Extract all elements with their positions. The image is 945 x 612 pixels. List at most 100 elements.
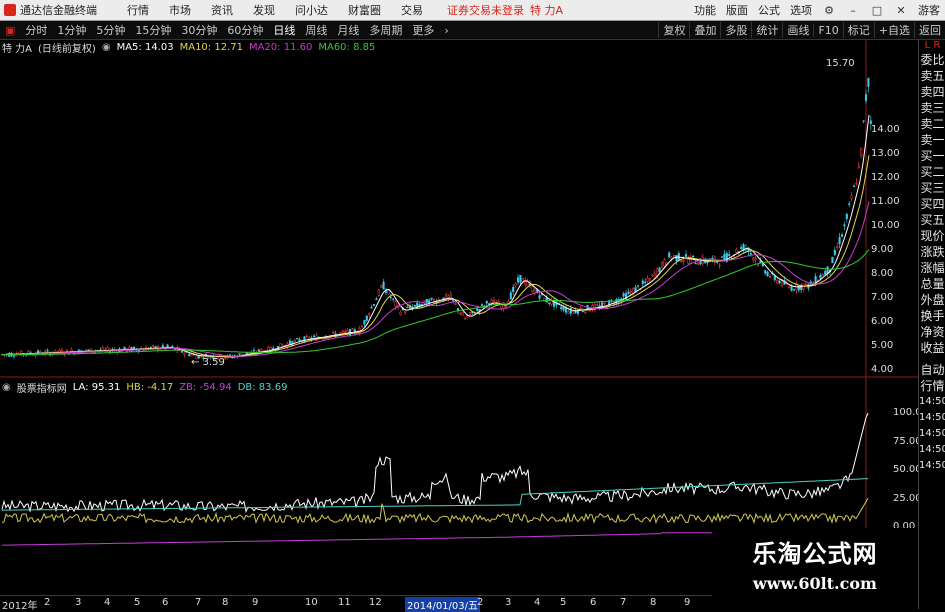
candle-body	[32, 354, 35, 356]
candle-body	[850, 195, 853, 199]
side-time-4: 14:50	[919, 444, 945, 455]
candle-body	[627, 291, 630, 294]
candle-body	[341, 330, 344, 333]
y-tick-8: 8.00	[871, 268, 894, 279]
menu-discover[interactable]: 发现	[243, 2, 285, 18]
candle-body	[252, 349, 256, 352]
tool-statistics[interactable]: 统计	[751, 22, 782, 38]
tab-monthly[interactable]: 月线	[332, 22, 364, 38]
x-label: 4	[534, 597, 541, 608]
settings-icon[interactable]: ⚙	[817, 3, 841, 17]
candle-body	[512, 286, 515, 293]
tool-add-watchlist[interactable]: +自选	[873, 22, 914, 38]
candle-body	[548, 302, 551, 304]
candle-body	[387, 289, 390, 295]
kline-chart[interactable]	[0, 40, 918, 595]
candle-body	[519, 275, 522, 283]
candle-body	[461, 312, 464, 316]
candle-body	[562, 307, 565, 311]
menu-formula[interactable]: 公式	[753, 2, 785, 18]
candle-body	[740, 247, 743, 250]
candle-body	[735, 249, 738, 253]
menu-trade[interactable]: 交易	[391, 2, 433, 18]
tool-f10[interactable]: F10	[813, 23, 842, 37]
candle-body	[183, 352, 186, 355]
tab-15min[interactable]: 15分钟	[130, 22, 176, 38]
x-label: 5	[134, 597, 141, 608]
menu-options[interactable]: 选项	[785, 2, 817, 18]
candle-body	[860, 147, 863, 156]
side-l[interactable]: L	[925, 40, 931, 51]
tab-60min[interactable]: 60分钟	[222, 22, 268, 38]
menu-ask[interactable]: 问小达	[285, 2, 338, 18]
menu-wealth-circle[interactable]: 财富圈	[338, 2, 391, 18]
candle-body	[492, 299, 496, 302]
indicator-settings-icon[interactable]: ◉	[2, 382, 11, 393]
guest-label[interactable]: 游客	[913, 2, 945, 18]
candle-body	[596, 304, 599, 306]
tab-intraday[interactable]: 分时	[20, 22, 52, 38]
side-r[interactable]: R	[933, 40, 940, 51]
menu-function[interactable]: 功能	[689, 2, 721, 18]
menu-layout[interactable]: 版面	[721, 2, 753, 18]
candle-body	[344, 331, 347, 333]
x-label-selected[interactable]: 2014/01/03/五	[405, 597, 481, 612]
menu-market[interactable]: 市场	[159, 2, 201, 18]
tab-30min[interactable]: 30分钟	[176, 22, 222, 38]
chart-box-icon[interactable]: ▣	[0, 24, 20, 37]
tab-more[interactable]: 更多	[407, 22, 439, 38]
candle-body	[368, 313, 371, 316]
menu-market-quotes[interactable]: 行情	[117, 2, 159, 18]
tool-multi-stock[interactable]: 多股	[720, 22, 751, 38]
tab-1min[interactable]: 1分钟	[52, 22, 91, 38]
tool-draw-line[interactable]: 画线	[782, 22, 813, 38]
x-label: 3	[505, 597, 512, 608]
side-bid4: 买四	[920, 197, 945, 211]
candle-body	[404, 310, 407, 313]
candle-body	[663, 259, 666, 267]
candle-body	[658, 267, 661, 273]
tab-5min[interactable]: 5分钟	[91, 22, 130, 38]
candle-body	[749, 253, 752, 255]
candle-body	[754, 258, 757, 261]
tool-mark[interactable]: 标记	[842, 22, 874, 38]
candle-body	[728, 254, 731, 256]
tab-weekly[interactable]: 周线	[300, 22, 332, 38]
tab-multi-period[interactable]: 多周期	[364, 22, 407, 38]
y-tick-9: 9.00	[871, 244, 894, 255]
candle-body	[257, 349, 260, 353]
candle-body	[500, 304, 503, 310]
close-icon[interactable]: ✕	[889, 3, 913, 17]
more-chevron-icon[interactable]: ›	[439, 24, 453, 37]
candle-body	[641, 280, 644, 284]
candle-body	[152, 345, 155, 347]
candle-body	[363, 320, 366, 325]
candle-body	[675, 255, 678, 262]
candle-body	[756, 264, 760, 266]
menu-news[interactable]: 资讯	[201, 2, 243, 18]
candle-body	[293, 340, 296, 343]
candle-body	[840, 234, 844, 237]
candle-body	[171, 346, 174, 348]
candle-body	[459, 312, 462, 315]
candle-body	[447, 295, 450, 298]
quote-side-panel: L R 委比 卖五 卖四 卖三 卖二 卖一 买一 买二 买三 买四 买五 现价 …	[918, 40, 945, 609]
tool-overlay[interactable]: 叠加	[689, 22, 720, 38]
indicator-db: DB: 83.69	[237, 381, 288, 393]
candle-body	[430, 297, 433, 300]
candle-body	[560, 306, 563, 310]
side-quotes[interactable]: 行情	[919, 378, 945, 394]
x-label: 9	[684, 597, 691, 608]
maximize-icon[interactable]: □	[865, 3, 889, 17]
candle-body	[166, 344, 169, 348]
minimize-icon[interactable]: –	[841, 3, 865, 17]
tool-back[interactable]: 返回	[914, 22, 945, 38]
tab-daily[interactable]: 日线	[268, 22, 300, 38]
side-auto[interactable]: 自动	[919, 362, 945, 378]
side-outer-volume: 外盘	[920, 293, 945, 307]
tool-adjust[interactable]: 复权	[658, 22, 689, 38]
side-ask4: 卖四	[920, 85, 945, 99]
candle-body	[581, 310, 584, 313]
high-price-label: 15.70	[826, 58, 855, 69]
side-lr-toggle[interactable]: L R	[919, 40, 945, 52]
